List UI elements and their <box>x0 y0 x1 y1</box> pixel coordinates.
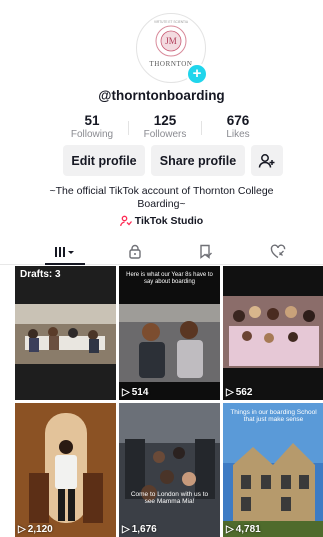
tab-private[interactable] <box>95 239 175 264</box>
liked-icon <box>270 244 286 259</box>
play-icon: ▷ <box>122 524 130 535</box>
view-count: ▷ 1,676 <box>122 524 157 535</box>
video-grid: Drafts: 3 Here is what our Year 8s have … <box>15 266 323 537</box>
view-count-value: 4,781 <box>235 524 261 535</box>
stat-followers-value: 125 <box>153 113 177 128</box>
studio-label: TikTok Studio <box>134 215 204 227</box>
stat-likes-value: 676 <box>226 113 250 128</box>
bio-line-1: ~The official TikTok account of Thornton… <box>49 185 274 197</box>
grid-icon <box>55 246 74 257</box>
play-icon: ▷ <box>226 387 234 398</box>
stat-following[interactable]: 51 Following <box>60 113 124 140</box>
avatar-motto: VIRTUTE ET SCIENTIA <box>154 20 189 24</box>
stat-divider <box>128 121 129 135</box>
video-thumbnail <box>119 403 220 537</box>
video-caption: Things in our boarding School that just … <box>230 409 317 423</box>
drafts-tile[interactable]: Drafts: 3 <box>15 266 116 400</box>
stat-followers-label: Followers <box>143 129 187 140</box>
video-tile[interactable]: Come to London with us to see Mamma Mia!… <box>119 403 220 537</box>
video-thumbnail <box>223 266 323 400</box>
play-icon: ▷ <box>122 387 130 398</box>
video-caption: Here is what our Year 8s have to say abo… <box>126 272 213 285</box>
video-tile[interactable]: Here is what our Year 8s have to say abo… <box>119 266 220 400</box>
play-icon: ▷ <box>226 524 234 535</box>
view-count-value: 1,676 <box>131 524 157 535</box>
view-count: ▷ 2,120 <box>18 524 53 535</box>
add-friend-button[interactable] <box>251 145 283 176</box>
bio: ~The official TikTok account of Thornton… <box>20 185 303 211</box>
view-count: ▷ 4,781 <box>226 524 261 535</box>
stat-followers[interactable]: 125 Followers <box>133 113 197 140</box>
bio-line-2: Boarding~ <box>137 198 186 210</box>
tab-saved[interactable] <box>165 239 245 264</box>
tab-videos[interactable] <box>25 239 105 265</box>
stat-likes[interactable]: 676 Likes <box>206 113 270 140</box>
video-thumbnail <box>15 403 116 537</box>
stat-following-value: 51 <box>84 113 100 128</box>
studio-icon <box>119 215 132 227</box>
stat-likes-label: Likes <box>226 129 250 140</box>
view-count-value: 562 <box>235 387 253 398</box>
saved-icon <box>200 244 212 259</box>
profile-stats: 51 Following 125 Followers 676 Likes <box>60 113 270 140</box>
username: @thorntonboarding <box>98 88 225 103</box>
share-profile-button[interactable]: Share profile <box>151 145 245 176</box>
view-count-value: 514 <box>131 387 149 398</box>
profile-actions: Edit profile Share profile <box>63 145 283 176</box>
add-story-plus-icon[interactable]: + <box>186 63 208 85</box>
stat-divider <box>201 121 202 135</box>
edit-profile-button[interactable]: Edit profile <box>63 145 145 176</box>
video-tile[interactable]: ▷ 562 <box>223 266 323 400</box>
drafts-label: Drafts: 3 <box>20 269 61 280</box>
profile-tabs <box>0 239 323 265</box>
avatar-initials: JM <box>165 36 177 46</box>
video-caption: Come to London with us to see Mamma Mia! <box>130 491 209 505</box>
lock-icon <box>129 244 141 259</box>
add-user-icon <box>258 153 275 168</box>
video-thumbnail <box>119 266 220 400</box>
drafts-thumbnail <box>15 266 116 400</box>
stat-following-label: Following <box>70 129 114 140</box>
view-count: ▷ 514 <box>122 387 148 398</box>
view-count-value: 2,120 <box>27 524 53 535</box>
video-tile[interactable]: ▷ 2,120 <box>15 403 116 537</box>
video-thumbnail <box>223 403 323 537</box>
avatar[interactable]: JM THORNTON VIRTUTE ET SCIENTIA + <box>136 13 208 85</box>
tiktok-studio-link[interactable]: TikTok Studio <box>0 215 323 227</box>
view-count: ▷ 562 <box>226 387 252 398</box>
video-tile[interactable]: Things in our boarding School that just … <box>223 403 323 537</box>
avatar-brand-text: THORNTON <box>149 60 192 68</box>
tab-liked[interactable] <box>238 239 318 264</box>
play-icon: ▷ <box>18 524 26 535</box>
